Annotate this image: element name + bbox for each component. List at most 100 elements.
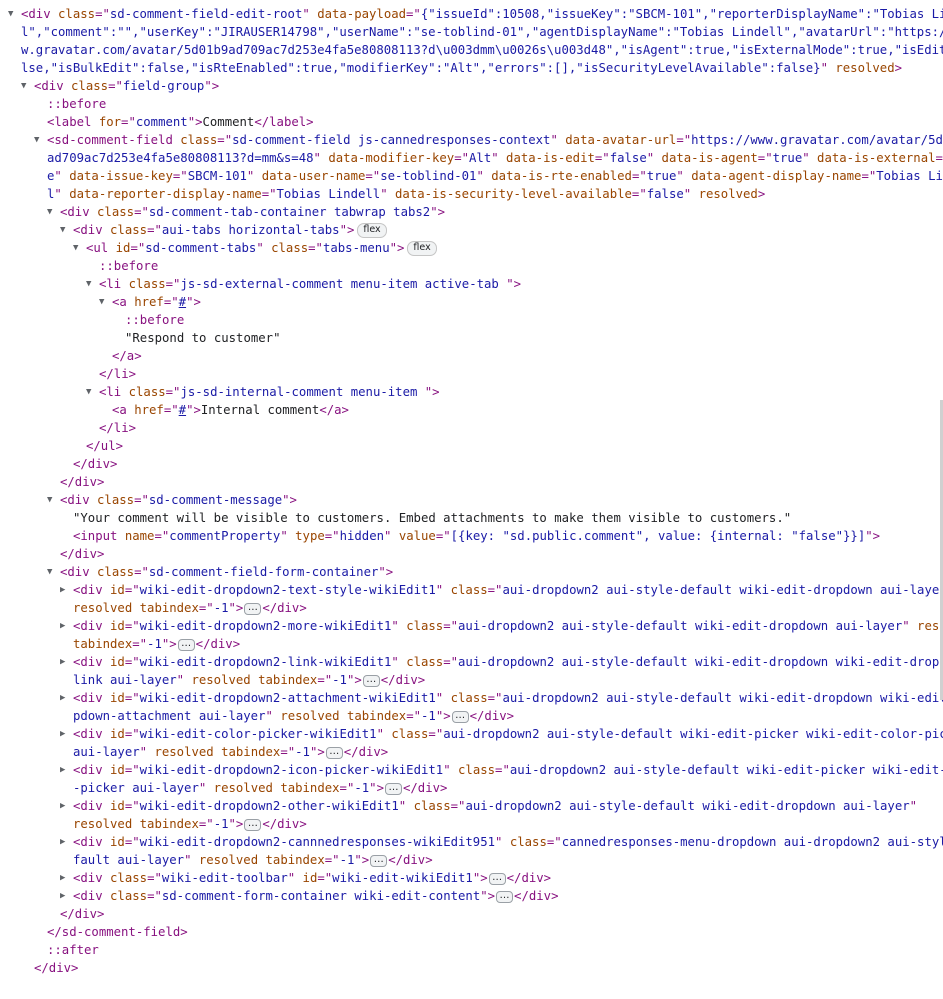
dom-tree-line[interactable]: </sd-comment-field> xyxy=(0,923,943,941)
dom-tree-line[interactable]: </div> xyxy=(0,455,943,473)
dom-tree-line[interactable]: ▶ <div id="wiki-edit-dropdown2-link-wikiE… xyxy=(0,653,943,671)
dom-tree-line[interactable]: </div> xyxy=(0,959,943,977)
ellipsis-icon[interactable]: … xyxy=(244,602,262,615)
text-node: Comment xyxy=(202,115,255,129)
dom-tree-line[interactable]: aui-layer" resolved tabindex="-1">… </div… xyxy=(0,743,943,761)
dom-tree-line[interactable]: ▶ <div id="wiki-edit-dropdown2-text-style… xyxy=(0,581,943,599)
dom-tree-line[interactable]: <a href="#">Internal comment</a> xyxy=(0,401,943,419)
dom-tree-line[interactable]: </li> xyxy=(0,419,943,437)
dom-tree-line[interactable]: tabindex="-1">… </div> xyxy=(0,635,943,653)
dom-tree-line[interactable]: ::before xyxy=(0,95,943,113)
dom-tree-line[interactable]: ▶ <div id="wiki-edit-dropdown2-icon-picke… xyxy=(0,761,943,779)
ellipsis-icon[interactable]: … xyxy=(177,638,195,651)
ellipsis-icon[interactable]: … xyxy=(451,710,469,723)
collapsed-triangle-icon[interactable]: ▶ xyxy=(60,833,70,851)
dom-tree-line[interactable]: ▼ <div class="sd-comment-message"> xyxy=(0,491,943,509)
dom-tree-line[interactable]: ▶ <div id="wiki-edit-color-picker-wikiEdi… xyxy=(0,725,943,743)
attribute-value: aui-dropdown2 aui-style-default wiki-edi… xyxy=(465,799,910,813)
dom-tree-line[interactable]: ::before xyxy=(0,257,943,275)
dom-tree-line[interactable]: resolved tabindex="-1">… </div> xyxy=(0,599,943,617)
dom-tree-line[interactable]: ▼ <div class="aui-tabs horizontal-tabs"> f… xyxy=(0,221,943,239)
dom-tree-line[interactable]: w.gravatar.com/avatar/5d01b9ad709ac7d253… xyxy=(0,41,943,59)
collapsed-triangle-icon[interactable]: ▶ xyxy=(60,761,70,779)
expanded-triangle-icon[interactable]: ▼ xyxy=(8,5,18,23)
dom-tree-line[interactable]: "Respond to customer" xyxy=(0,329,943,347)
collapsed-triangle-icon[interactable]: ▶ xyxy=(60,725,70,743)
dom-tree-line[interactable]: ▼ <div class="field-group"> xyxy=(0,77,943,95)
dom-tree-line[interactable]: ▶ <div class="sd-comment-form-container w… xyxy=(0,887,943,905)
dom-tree-line[interactable]: ad709ac7d253e4fa5e80808113?d=mm&s=48" da… xyxy=(0,149,943,167)
dom-tree-line[interactable]: l" data-reporter-display-name="Tobias Li… xyxy=(0,185,943,203)
html-tag: <li xyxy=(99,277,129,291)
dom-tree-line[interactable]: ▼ <div class="sd-comment-tab-container ta… xyxy=(0,203,943,221)
dom-tree-line[interactable]: ▼ <li class="js-sd-external-comment menu-… xyxy=(0,275,943,293)
ellipsis-icon[interactable]: … xyxy=(362,674,380,687)
dom-tree-line[interactable]: ▼ <li class="js-sd-internal-comment menu-… xyxy=(0,383,943,401)
href-link[interactable]: # xyxy=(179,295,186,309)
collapsed-triangle-icon[interactable]: ▶ xyxy=(60,887,70,905)
expanded-triangle-icon[interactable]: ▼ xyxy=(86,275,96,293)
html-tag: </a> xyxy=(319,403,349,417)
dom-tree-line[interactable]: <label for="comment">Comment</label> xyxy=(0,113,943,131)
dom-tree-line[interactable]: e" data-issue-key="SBCM-101" data-user-n… xyxy=(0,167,943,185)
collapsed-triangle-icon[interactable]: ▶ xyxy=(60,797,70,815)
dom-tree-line[interactable]: l","comment":"","userKey":"JIRAUSER14798… xyxy=(0,23,943,41)
ellipsis-icon[interactable]: … xyxy=(325,746,343,759)
expanded-triangle-icon[interactable]: ▼ xyxy=(60,221,70,239)
dom-tree-line[interactable]: ▼ <div class="sd-comment-field-form-conta… xyxy=(0,563,943,581)
flex-badge[interactable]: flex xyxy=(357,223,387,238)
html-tag: "> xyxy=(161,637,177,651)
attribute-value: fault aui-layer xyxy=(73,853,185,867)
dom-tree-line[interactable]: lse,"isBulkEdit":false,"isRteEnabled":tr… xyxy=(0,59,943,77)
expanded-triangle-icon[interactable]: ▼ xyxy=(73,239,83,257)
ellipsis-icon[interactable]: … xyxy=(370,854,388,867)
expanded-triangle-icon[interactable]: ▼ xyxy=(47,563,57,581)
dom-tree-line[interactable]: ▶ <div id="wiki-edit-dropdown2-cannnedres… xyxy=(0,833,943,851)
dom-tree-line[interactable]: ▶ <div id="wiki-edit-dropdown2-more-wikiE… xyxy=(0,617,943,635)
collapsed-triangle-icon[interactable]: ▶ xyxy=(60,653,70,671)
dom-tree-line[interactable]: fault aui-layer" resolved tabindex="-1">… xyxy=(0,851,943,869)
dom-tree-line[interactable]: </div> xyxy=(0,545,943,563)
ellipsis-icon[interactable]: … xyxy=(496,890,514,903)
dom-tree-line[interactable]: </div> xyxy=(0,473,943,491)
dom-tree-line[interactable]: </li> xyxy=(0,365,943,383)
attribute-value: -1 xyxy=(421,709,436,723)
dom-tree-line[interactable]: resolved tabindex="-1">… </div> xyxy=(0,815,943,833)
flex-badge[interactable]: flex xyxy=(407,241,437,256)
collapsed-triangle-icon[interactable]: ▶ xyxy=(60,581,70,599)
collapsed-triangle-icon[interactable]: ▶ xyxy=(60,869,70,887)
dom-tree-line[interactable]: ::before xyxy=(0,311,943,329)
collapsed-triangle-icon[interactable]: ▶ xyxy=(60,689,70,707)
expanded-triangle-icon[interactable]: ▼ xyxy=(47,491,57,509)
dom-tree-line[interactable]: ::after xyxy=(0,941,943,959)
dom-tree-line[interactable]: <input name="commentProperty" type="hidd… xyxy=(0,527,943,545)
expanded-triangle-icon[interactable]: ▼ xyxy=(21,77,31,95)
expanded-triangle-icon[interactable]: ▼ xyxy=(86,383,96,401)
html-tag: =" xyxy=(163,295,179,309)
attribute-value: aui-dropdown2 aui-style-default wiki-edi… xyxy=(443,727,943,741)
ellipsis-icon[interactable]: … xyxy=(384,782,402,795)
dom-tree-line[interactable]: ▶ <div class="wiki-edit-toolbar" id="wiki… xyxy=(0,869,943,887)
expanded-triangle-icon[interactable]: ▼ xyxy=(34,131,44,149)
dom-tree-line[interactable]: </a> xyxy=(0,347,943,365)
ellipsis-icon[interactable]: … xyxy=(488,872,506,885)
dom-tree-line[interactable]: ▼ <ul id="sd-comment-tabs" class="tabs-me… xyxy=(0,239,943,257)
dom-tree-line[interactable]: -picker aui-layer" resolved tabindex="-1… xyxy=(0,779,943,797)
pseudo-element: ::after xyxy=(47,943,99,957)
dom-tree-line[interactable]: ▶ <div id="wiki-edit-dropdown2-other-wiki… xyxy=(0,797,943,815)
expanded-triangle-icon[interactable]: ▼ xyxy=(99,293,109,311)
dom-tree-line[interactable]: ▼ <a href="#"> xyxy=(0,293,943,311)
dom-tree-line[interactable]: "Your comment will be visible to custome… xyxy=(0,509,943,527)
ellipsis-icon[interactable]: … xyxy=(244,818,262,831)
attribute-value: false xyxy=(609,151,647,165)
collapsed-triangle-icon[interactable]: ▶ xyxy=(60,617,70,635)
dom-tree-line[interactable]: ▶ <div id="wiki-edit-dropdown2-attachment… xyxy=(0,689,943,707)
dom-tree-line[interactable]: pdown-attachment aui-layer" resolved tab… xyxy=(0,707,943,725)
dom-tree-line[interactable]: ▼ <sd-comment-field class="sd-comment-fie… xyxy=(0,131,943,149)
expanded-triangle-icon[interactable]: ▼ xyxy=(47,203,57,221)
dom-tree-line[interactable]: ▼ <div class="sd-comment-field-edit-root"… xyxy=(0,5,943,23)
href-link[interactable]: # xyxy=(179,403,186,417)
dom-tree-line[interactable]: </div> xyxy=(0,905,943,923)
dom-tree-line[interactable]: link aui-layer" resolved tabindex="-1">…… xyxy=(0,671,943,689)
dom-tree-line[interactable]: </ul> xyxy=(0,437,943,455)
